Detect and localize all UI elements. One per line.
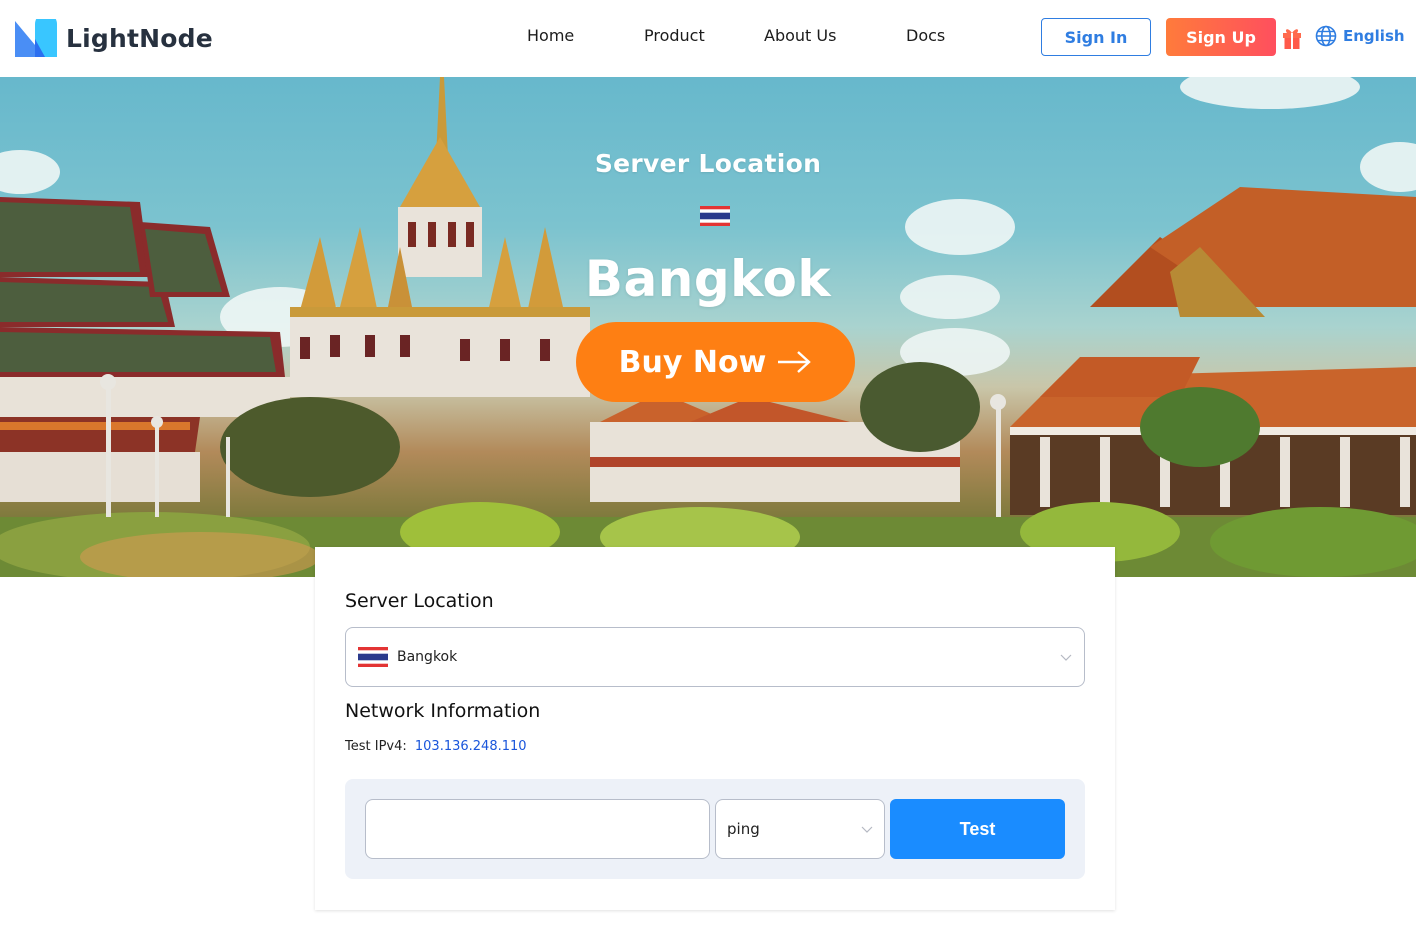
server-location-value: Bangkok: [397, 649, 458, 665]
chevron-down-icon: [861, 826, 873, 833]
lightnode-logo-icon: [15, 19, 57, 57]
nav-product[interactable]: Product: [644, 26, 705, 45]
network-test-box: ping Test: [345, 779, 1085, 879]
nav-docs[interactable]: Docs: [906, 26, 945, 45]
language-label: English: [1343, 27, 1405, 45]
server-location-select[interactable]: Bangkok: [345, 627, 1085, 687]
host-input[interactable]: [365, 799, 710, 859]
sign-up-button[interactable]: Sign Up: [1166, 18, 1276, 56]
sign-in-button[interactable]: Sign In: [1041, 18, 1151, 56]
server-info-panel: Server Location Bangkok Network Informat…: [315, 547, 1115, 910]
buy-now-button[interactable]: Buy Now: [576, 322, 855, 402]
logo[interactable]: LightNode: [15, 18, 213, 58]
hero-subtitle: Server Location: [594, 149, 822, 178]
chevron-down-icon: [1060, 654, 1072, 661]
gift-icon[interactable]: [1281, 25, 1303, 49]
network-information-heading: Network Information: [345, 700, 541, 722]
thailand-flag-icon: [358, 647, 388, 667]
hero-city-title: Bangkok: [584, 250, 832, 308]
buy-now-label: Buy Now: [618, 344, 767, 380]
test-method-select[interactable]: ping: [715, 799, 885, 859]
arrow-right-icon: [778, 351, 812, 373]
nav-about-us[interactable]: About Us: [764, 26, 836, 45]
test-method-value: ping: [727, 820, 760, 838]
test-button[interactable]: Test: [890, 799, 1065, 859]
thailand-flag-icon: [700, 206, 730, 226]
site-header: LightNode Home Product About Us Docs Sig…: [0, 0, 1416, 77]
globe-icon: [1315, 25, 1337, 47]
server-location-heading: Server Location: [345, 590, 494, 612]
test-ipv4-value[interactable]: 103.136.248.110: [415, 739, 527, 754]
hero-banner: Server Location Bangkok Buy Now: [0, 77, 1416, 577]
nav-home[interactable]: Home: [527, 26, 574, 45]
test-ipv4-label: Test IPv4:: [345, 739, 407, 754]
language-selector[interactable]: English: [1315, 25, 1405, 47]
brand-name: LightNode: [66, 23, 213, 53]
test-ipv4-row: Test IPv4: 103.136.248.110: [345, 739, 527, 754]
